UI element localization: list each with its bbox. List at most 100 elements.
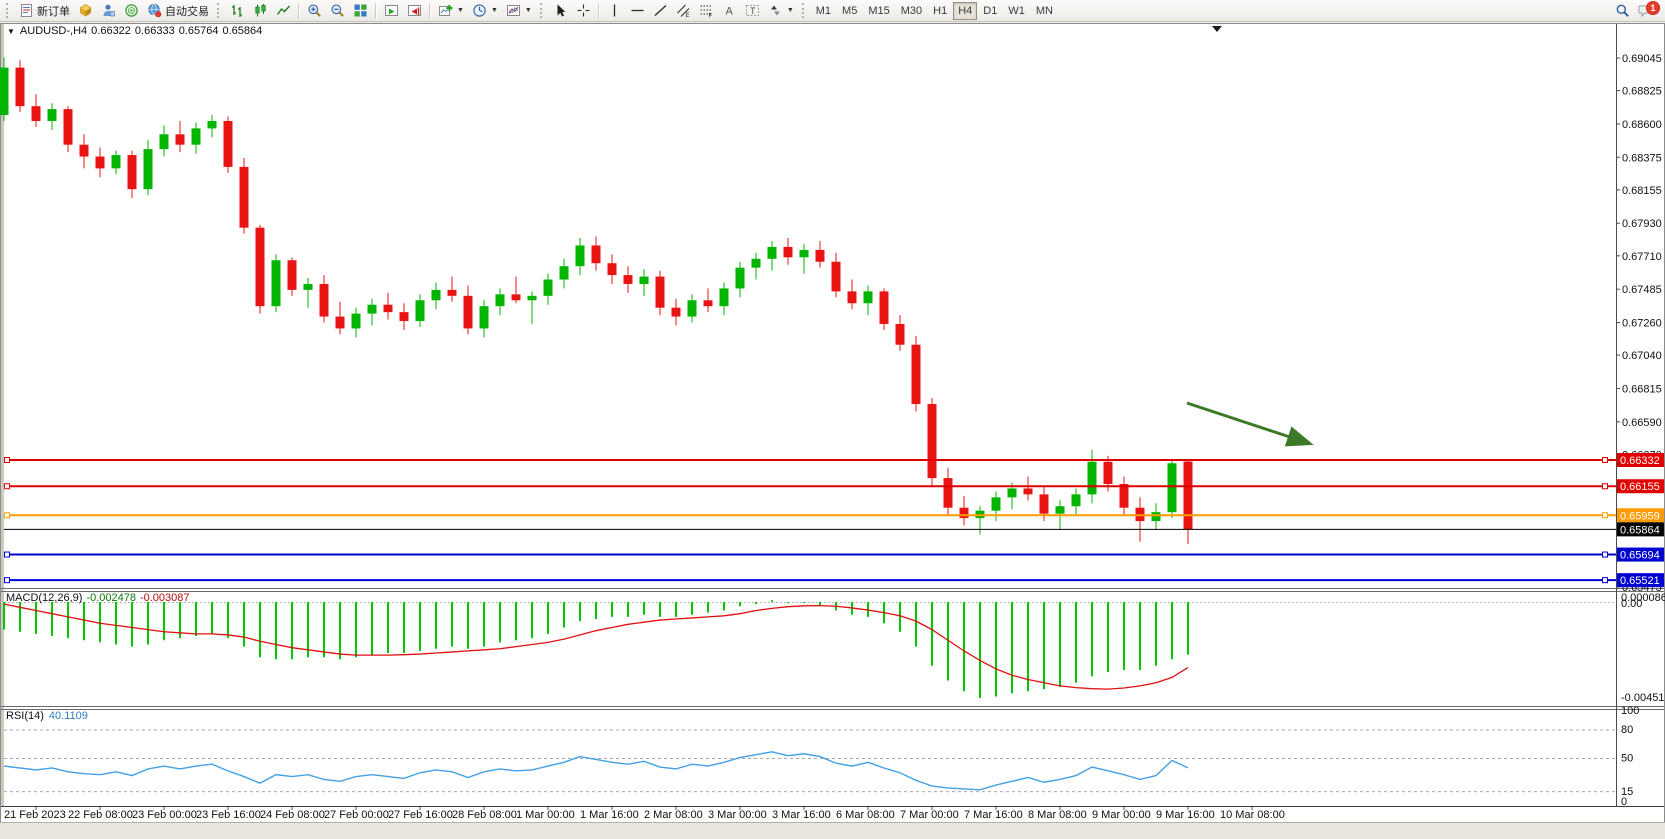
cursor-icon [553,3,568,18]
line-handle[interactable] [5,578,10,583]
candle-up [560,266,569,279]
timeframe-h4-button[interactable]: H4 [953,2,977,20]
rsi-axis-label: 100 [1621,705,1639,717]
candle-down [256,228,265,307]
gold-box-button[interactable] [74,1,97,21]
candles-icon [253,3,268,18]
timeframe-m5-button[interactable]: M5 [837,2,862,20]
candle-down [64,109,73,145]
channel-button[interactable]: E [672,1,695,21]
add-indicator-button[interactable]: ▼ [434,1,468,21]
line-handle[interactable] [5,458,10,463]
chart-canvas[interactable]: 0.690450.688250.686000.683750.681550.679… [0,0,1665,839]
candlestick-button[interactable] [249,1,272,21]
bar-chart-button[interactable] [226,1,249,21]
candle-up [352,314,361,329]
candle-up [304,284,313,290]
line-handle[interactable] [5,513,10,518]
text-button[interactable]: A [718,1,741,21]
shapes-icon [768,3,783,18]
timeframe-mn-button[interactable]: MN [1031,2,1058,20]
crosshair-button[interactable] [572,1,595,21]
timeframe-m1-button[interactable]: M1 [811,2,836,20]
templates-button[interactable]: ▼ [502,1,536,21]
tile-windows-button[interactable] [349,1,372,21]
zoom-in-button[interactable] [303,1,326,21]
signal-icon [124,3,139,18]
svg-text:F: F [708,14,712,19]
candle-up [144,149,153,189]
macd-axis-label: 0.00 [1621,598,1642,610]
label-button[interactable]: T [741,1,764,21]
line-handle[interactable] [1603,458,1608,463]
candle-up [768,247,777,259]
timeframe-w1-button[interactable]: W1 [1003,2,1030,20]
cursor-button[interactable] [549,1,572,21]
zoom-out-button[interactable] [326,1,349,21]
date-label: 10 Mar 08:00 [1220,809,1285,821]
toolbar-grip [802,3,807,18]
toolbar-separator [298,3,300,19]
date-label: 24 Feb 08:00 [260,809,325,821]
notifications-button[interactable]: 1 [1634,1,1657,21]
new-order-button[interactable]: 新订单 [15,1,74,21]
clock-icon [472,3,487,18]
line-handle[interactable] [1603,484,1608,489]
price-tick-label: 0.67040 [1622,350,1662,362]
candle-down [1040,494,1049,513]
candle-down [1184,461,1193,529]
toolbar-separator [375,3,377,19]
search-button[interactable] [1611,1,1634,21]
candle-down [80,145,89,157]
date-label: 9 Mar 00:00 [1092,809,1151,821]
hline-button[interactable] [626,1,649,21]
autotrade-button[interactable]: 自动交易 [143,1,213,21]
candle-up [752,259,761,268]
price-tick-label: 0.66590 [1622,417,1662,429]
line-handle[interactable] [1603,513,1608,518]
line-handle[interactable] [5,484,10,489]
chart-shift-button[interactable] [403,1,426,21]
line-handle[interactable] [1603,552,1608,557]
periods-button[interactable]: ▼ [468,1,502,21]
candle-down [176,134,185,144]
svg-text:A: A [725,6,733,18]
date-label: 23 Feb 00:00 [132,809,197,821]
community-button[interactable] [97,1,120,21]
autotrade-label: 自动交易 [165,3,209,19]
candle-down [320,284,329,317]
price-tick-label: 0.68600 [1622,119,1662,131]
candle-down [880,291,889,324]
fibo-button[interactable]: F [695,1,718,21]
trendline-button[interactable] [649,1,672,21]
timeframe-m30-button[interactable]: M30 [896,2,927,20]
chevron-down-icon: ▼ [787,7,794,14]
rsi-axis-label: 50 [1621,753,1633,765]
tile-windows-icon [353,3,368,18]
rsi-axis-label: 80 [1621,724,1633,736]
candle-up [1008,488,1017,497]
vline-button[interactable] [603,1,626,21]
line-handle[interactable] [5,552,10,557]
price-line-label: 0.65959 [1620,510,1660,522]
candle-down [224,121,233,167]
candle-up [864,291,873,303]
timeframe-m15-button[interactable]: M15 [863,2,894,20]
timeframe-d1-button[interactable]: D1 [978,2,1002,20]
candle-up [1088,462,1097,495]
signals-button[interactable] [120,1,143,21]
line-handle[interactable] [1603,578,1608,583]
svg-text:T: T [750,6,756,16]
macd-axis-label: -0.004519 [1621,692,1665,704]
toolbar-separator [429,3,431,19]
candle-down [784,247,793,257]
shapes-button[interactable]: ▼ [764,1,798,21]
candle-down [960,508,969,518]
candle-up [160,134,169,149]
auto-scroll-button[interactable] [380,1,403,21]
candle-up [720,288,729,306]
line-chart-button[interactable] [272,1,295,21]
label-icon: T [745,3,760,18]
price-line-label: 0.66155 [1620,481,1660,493]
timeframe-h1-button[interactable]: H1 [928,2,952,20]
